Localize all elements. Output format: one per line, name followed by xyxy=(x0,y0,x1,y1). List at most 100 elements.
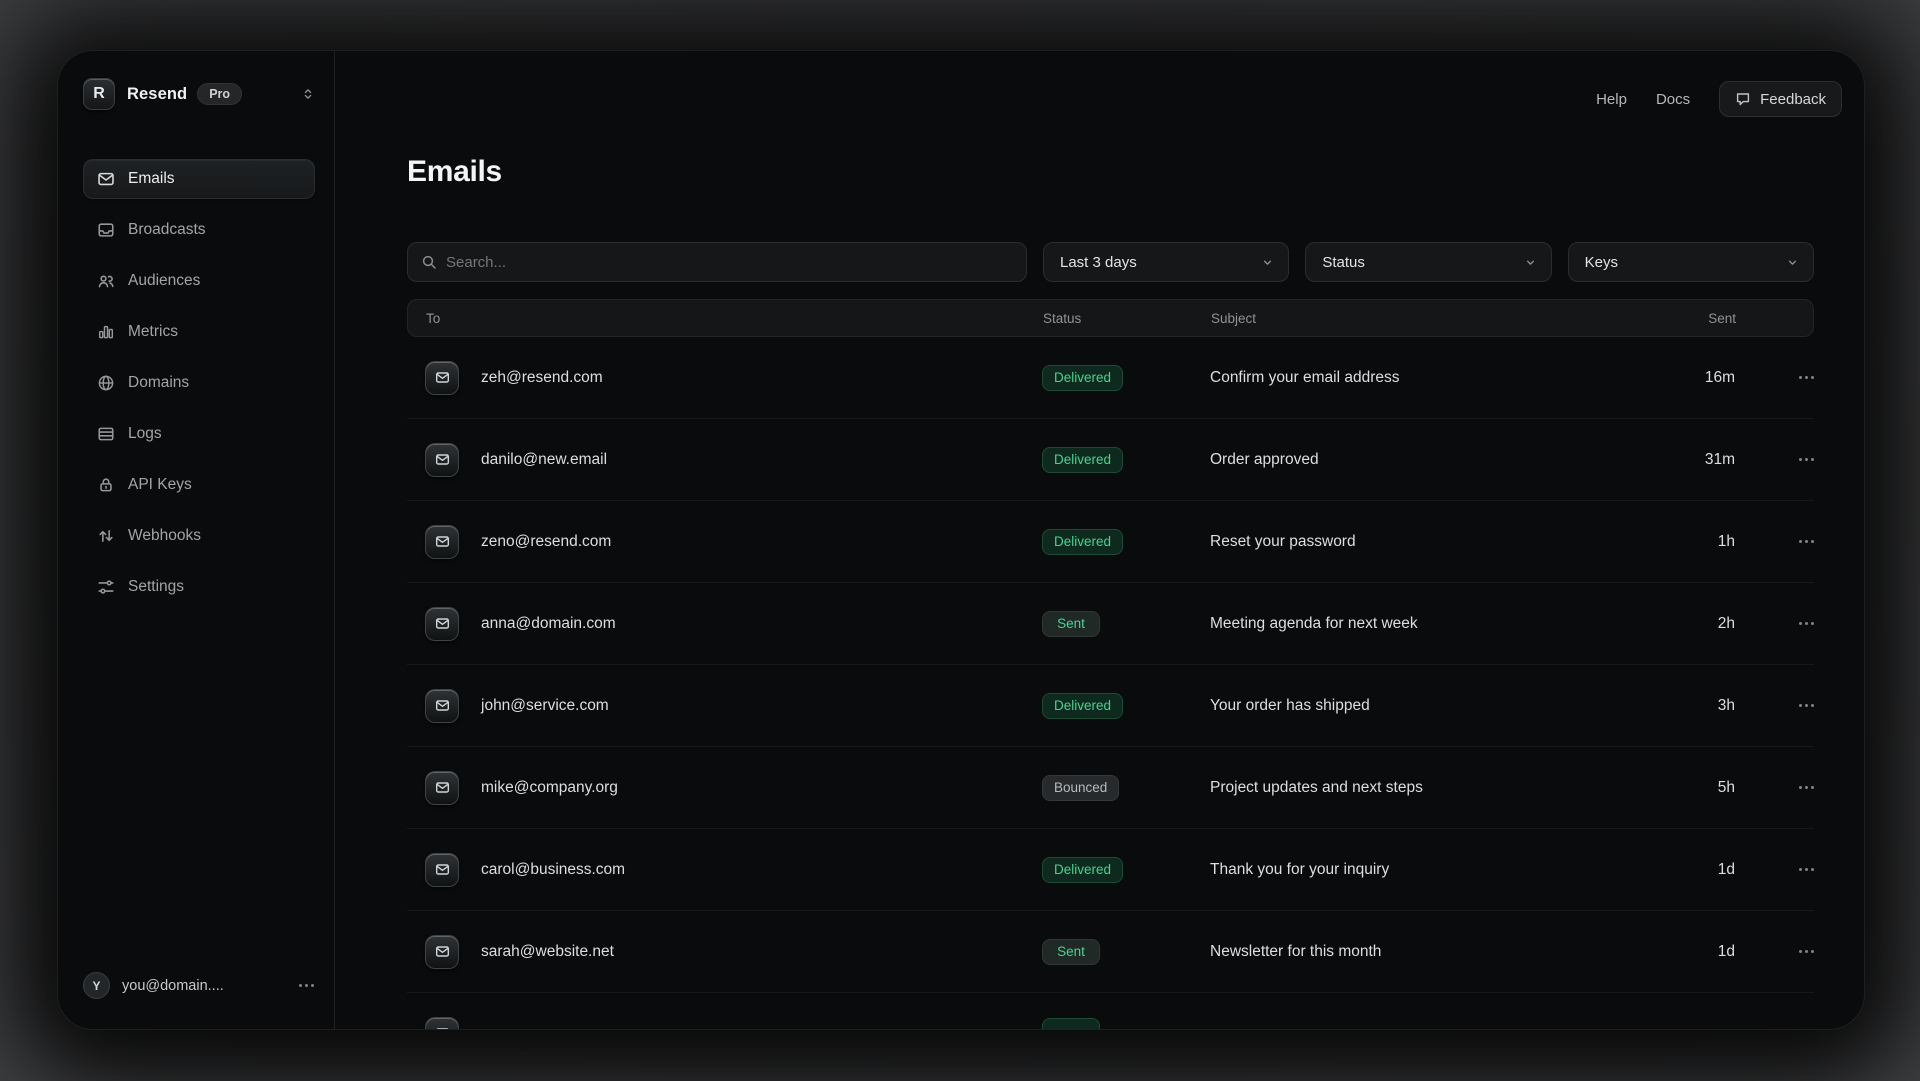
sidebar-item-label: Broadcasts xyxy=(128,221,206,239)
sidebar-item-metrics[interactable]: Metrics xyxy=(83,312,315,352)
status-badge: Delivered xyxy=(1042,365,1123,391)
sidebar-item-emails[interactable]: Emails xyxy=(83,159,315,199)
table-header: To Status Subject Sent xyxy=(407,299,1814,337)
recipient-email: danilo@new.email xyxy=(481,451,607,469)
sidebar-item-label: Audiences xyxy=(128,272,200,290)
table-row[interactable]: john@service.com Delivered Your order ha… xyxy=(407,665,1814,747)
table-row[interactable]: sarah@website.net Sent Newsletter for th… xyxy=(407,911,1814,993)
row-menu-icon[interactable] xyxy=(1799,786,1814,789)
mail-tile-icon xyxy=(425,935,459,969)
ellipsis-icon[interactable] xyxy=(299,984,314,987)
status-badge: Delivered xyxy=(1042,693,1123,719)
chevron-down-icon xyxy=(1261,256,1274,269)
chevron-down-icon xyxy=(1786,256,1799,269)
mail-tile-icon xyxy=(425,525,459,559)
envelope-icon xyxy=(97,170,115,188)
user-menu[interactable]: Y you@domain.... xyxy=(83,972,314,999)
sidebar-item-label: Emails xyxy=(128,170,175,188)
recipient-email: anna@domain.com xyxy=(481,615,616,633)
recipient-email: sarah@website.net xyxy=(481,943,614,961)
chevron-down-icon xyxy=(1524,256,1537,269)
row-menu-icon[interactable] xyxy=(1799,950,1814,953)
status-dropdown-value: Status xyxy=(1322,254,1365,271)
list-icon xyxy=(97,425,115,443)
sent-time: 5h xyxy=(1657,779,1735,797)
emails-table: To Status Subject Sent zeh@resend.com De… xyxy=(407,299,1814,1030)
sidebar-item-audiences[interactable]: Audiences xyxy=(83,261,315,301)
broadcast-icon xyxy=(97,221,115,239)
keys-dropdown[interactable]: Keys xyxy=(1568,242,1814,282)
sent-time: 2h xyxy=(1657,615,1735,633)
table-row[interactable]: zeno@resend.com Delivered Reset your pas… xyxy=(407,501,1814,583)
sent-time: 3h xyxy=(1657,697,1735,715)
lock-icon xyxy=(97,476,115,494)
row-menu-icon[interactable] xyxy=(1799,622,1814,625)
table-row[interactable]: zeh@resend.com Delivered Confirm your em… xyxy=(407,337,1814,419)
mail-tile-icon xyxy=(425,443,459,477)
sidebar-item-domains[interactable]: Domains xyxy=(83,363,315,403)
status-badge: Sent xyxy=(1042,611,1100,637)
table-row[interactable]: carol@business.com Delivered Thank you f… xyxy=(407,829,1814,911)
user-email: you@domain.... xyxy=(122,978,224,994)
feedback-button[interactable]: Feedback xyxy=(1719,81,1842,117)
help-link[interactable]: Help xyxy=(1596,91,1627,108)
app-window: R Resend Pro Emails xyxy=(57,50,1865,1030)
column-header-subject: Subject xyxy=(1211,311,1658,326)
sidebar-item-settings[interactable]: Settings xyxy=(83,567,315,607)
sidebar-item-label: API Keys xyxy=(128,476,192,494)
status-badge: Bounced xyxy=(1042,775,1119,801)
status-badge: Delivered xyxy=(1042,447,1123,473)
row-menu-icon[interactable] xyxy=(1799,376,1814,379)
email-subject: Reset your password xyxy=(1210,533,1356,550)
table-row[interactable] xyxy=(407,993,1814,1030)
row-menu-icon[interactable] xyxy=(1799,540,1814,543)
email-subject: Newsletter for this month xyxy=(1210,943,1381,960)
status-dropdown[interactable]: Status xyxy=(1305,242,1551,282)
chevron-up-down-icon[interactable] xyxy=(301,87,315,101)
sidebar-item-label: Settings xyxy=(128,578,184,596)
sidebar-item-logs[interactable]: Logs xyxy=(83,414,315,454)
email-subject: Order approved xyxy=(1210,451,1319,468)
globe-icon xyxy=(97,374,115,392)
row-menu-icon[interactable] xyxy=(1799,458,1814,461)
row-menu-icon[interactable] xyxy=(1799,704,1814,707)
mail-tile-icon xyxy=(425,771,459,805)
bar-chart-icon xyxy=(97,323,115,341)
table-row[interactable]: anna@domain.com Sent Meeting agenda for … xyxy=(407,583,1814,665)
mail-tile-icon xyxy=(425,607,459,641)
search-icon xyxy=(421,254,437,270)
table-body: zeh@resend.com Delivered Confirm your em… xyxy=(407,337,1814,1030)
recipient-email: zeh@resend.com xyxy=(481,369,603,387)
date-range-dropdown[interactable]: Last 3 days xyxy=(1043,242,1289,282)
sidebar-item-label: Webhooks xyxy=(128,527,201,545)
chat-bubble-icon xyxy=(1735,91,1751,107)
filters-row: Last 3 days Status Keys xyxy=(407,242,1814,282)
arrows-up-down-icon xyxy=(97,527,115,545)
table-row[interactable]: danilo@new.email Delivered Order approve… xyxy=(407,419,1814,501)
sent-time: 1d xyxy=(1657,861,1735,879)
table-row[interactable]: mike@company.org Bounced Project updates… xyxy=(407,747,1814,829)
column-header-sent: Sent xyxy=(1658,311,1736,326)
status-badge: Sent xyxy=(1042,939,1100,965)
feedback-label: Feedback xyxy=(1760,91,1826,108)
sidebar-item-api-keys[interactable]: API Keys xyxy=(83,465,315,505)
email-subject: Project updates and next steps xyxy=(1210,779,1423,796)
sidebar-item-label: Metrics xyxy=(128,323,178,341)
sidebar-item-broadcasts[interactable]: Broadcasts xyxy=(83,210,315,250)
desktop-background: R Resend Pro Emails xyxy=(0,0,1920,1081)
row-menu-icon[interactable] xyxy=(1799,868,1814,871)
mail-tile-icon xyxy=(425,689,459,723)
avatar: Y xyxy=(83,972,110,999)
sidebar-item-label: Domains xyxy=(128,374,189,392)
docs-link[interactable]: Docs xyxy=(1656,91,1690,108)
search-input[interactable] xyxy=(446,254,1013,271)
search-box xyxy=(407,242,1027,282)
sliders-icon xyxy=(97,578,115,596)
mail-tile-icon xyxy=(425,853,459,887)
mail-tile-icon xyxy=(425,361,459,395)
sidebar-item-label: Logs xyxy=(128,425,162,443)
main-panel: Help Docs Feedback Emails xyxy=(335,51,1864,1029)
sidebar-item-webhooks[interactable]: Webhooks xyxy=(83,516,315,556)
workspace-switcher[interactable]: R Resend Pro xyxy=(83,76,315,112)
sidebar: R Resend Pro Emails xyxy=(58,51,335,1029)
